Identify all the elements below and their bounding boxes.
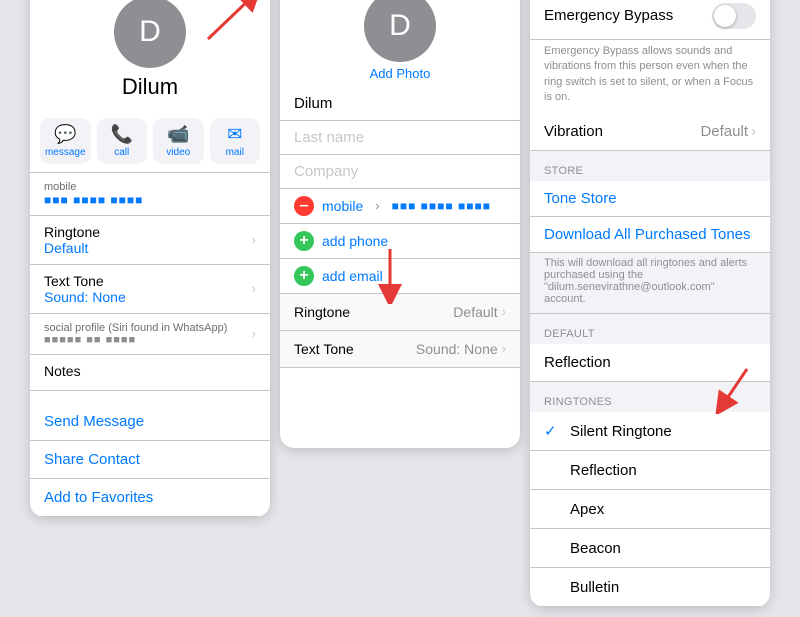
action-links: Send Message Share Contact Add to Favori…: [30, 403, 270, 517]
chevron-texttone-edit: ›: [502, 341, 506, 356]
emergency-bypass-toggle[interactable]: [712, 3, 756, 29]
red-arrow-2: [340, 244, 440, 304]
phone-value-edit: ■■■ ■■■■ ■■■■: [392, 199, 491, 213]
message-label: message: [45, 147, 86, 158]
notes-item[interactable]: Notes: [30, 355, 270, 391]
no-check-1: ✓: [544, 461, 560, 479]
no-check-3: ✓: [544, 539, 560, 557]
ringtone-section-wrapper: Ringtone Default ›: [280, 294, 520, 331]
ringtone-apex[interactable]: ✓ Apex: [530, 490, 770, 529]
add-favorites-link[interactable]: Add to Favorites: [30, 479, 270, 517]
texttone-info: Text Tone Sound: None: [44, 273, 126, 305]
remove-phone-icon[interactable]: –: [294, 196, 314, 216]
texttone-edit-row[interactable]: Text Tone Sound: None ›: [280, 331, 520, 368]
add-phone-icon[interactable]: +: [294, 231, 314, 251]
chevron-icon-ringtone: ›: [252, 232, 256, 247]
social-value: ■■■■■ ■■ ■■■■: [44, 334, 227, 346]
contact-name-1: Dilum: [122, 74, 178, 100]
red-arrow-1: [188, 0, 268, 44]
chevron-icon-social: ›: [252, 326, 256, 341]
ringtone-beacon[interactable]: ✓ Beacon: [530, 529, 770, 568]
action-buttons-1: 💬 message 📞 call 📹 video ✉ mail: [30, 110, 270, 172]
default-section-header: DEFAULT: [530, 314, 770, 344]
checkmark-icon: ✓: [544, 422, 560, 440]
download-note: This will download all ringtones and ale…: [530, 253, 770, 314]
add-photo-label[interactable]: Add Photo: [370, 66, 431, 81]
mobile-item[interactable]: mobile ■■■ ■■■■ ■■■■: [30, 173, 270, 216]
ringtone-item-1[interactable]: Ringtone Default ›: [30, 216, 270, 265]
screen1-contact-view: 13:21 ▲ WiFi 🔋 Search Edit D Dilum: [30, 0, 270, 517]
vibration-value: Default ›: [700, 123, 756, 140]
video-btn[interactable]: 📹 video: [153, 118, 204, 164]
company-field[interactable]: Company: [280, 155, 520, 189]
ringtone-info: Ringtone Default: [44, 224, 100, 256]
no-check-4: ✓: [544, 578, 560, 596]
social-item[interactable]: social profile (Siri found in WhatsApp) …: [30, 314, 270, 355]
social-info: social profile (Siri found in WhatsApp) …: [44, 322, 227, 346]
store-section-header: STORE: [530, 151, 770, 181]
avatar-edit-section: D Add Photo: [280, 0, 520, 87]
texttone-item-1[interactable]: Text Tone Sound: None ›: [30, 265, 270, 314]
avatar-2: D: [364, 0, 436, 62]
emergency-bypass-row: Emergency Bypass: [530, 0, 770, 40]
avatar-1: D: [114, 0, 186, 68]
chevron-icon-texttone: ›: [252, 281, 256, 296]
screen2-edit-contact: 13:21 ▲ WiFi 🔋 Cancel Done D Add Photo D…: [280, 0, 520, 448]
call-btn[interactable]: 📞 call: [97, 118, 148, 164]
mail-btn[interactable]: ✉ mail: [210, 118, 261, 164]
mail-label: mail: [226, 147, 244, 158]
send-message-link[interactable]: Send Message: [30, 403, 270, 441]
ringtone-silent[interactable]: ✓ Silent Ringtone: [530, 412, 770, 451]
mobile-edit-row[interactable]: – mobile › ■■■ ■■■■ ■■■■: [280, 189, 520, 224]
mail-icon: ✉: [227, 124, 242, 145]
first-name-field[interactable]: Dilum: [280, 87, 520, 121]
last-name-field[interactable]: Last name: [280, 121, 520, 155]
red-arrow-3: [692, 364, 762, 414]
ringtone-bulletin[interactable]: ✓ Bulletin: [530, 568, 770, 607]
message-btn[interactable]: 💬 message: [40, 118, 91, 164]
avatar-section-1: D Dilum: [30, 0, 270, 110]
screen3-ringtone: 13:21 ▲ WiFi 🔋 Cancel Ringtone Done Emer…: [530, 0, 770, 607]
vibration-row[interactable]: Vibration Default ›: [530, 113, 770, 151]
edit-fields: Dilum Last name Company: [280, 87, 520, 189]
emergency-bypass-desc: Emergency Bypass allows sounds and vibra…: [530, 40, 770, 114]
toggle-knob: [714, 5, 736, 27]
ringtones-section-wrapper: RINGTONES ✓ Silent Ringtone ✓ Reflection…: [530, 382, 770, 607]
mobile-value: ■■■ ■■■■ ■■■■: [44, 193, 256, 207]
video-icon: 📹: [167, 124, 189, 145]
message-icon: 💬: [54, 124, 76, 145]
share-contact-link[interactable]: Share Contact: [30, 441, 270, 479]
contact-info-list: mobile ■■■ ■■■■ ■■■■ Ringtone Default › …: [30, 172, 270, 391]
no-check-2: ✓: [544, 500, 560, 518]
ringtone-reflection[interactable]: ✓ Reflection: [530, 451, 770, 490]
download-all-link[interactable]: Download All Purchased Tones: [530, 217, 770, 253]
chevron-vibration: ›: [751, 123, 756, 140]
call-label: call: [114, 147, 129, 158]
chevron-ringtone-edit: ›: [502, 304, 506, 319]
add-email-icon[interactable]: +: [294, 266, 314, 286]
call-icon: 📞: [111, 124, 133, 145]
video-label: video: [166, 147, 190, 158]
tone-store-link[interactable]: Tone Store: [530, 181, 770, 217]
